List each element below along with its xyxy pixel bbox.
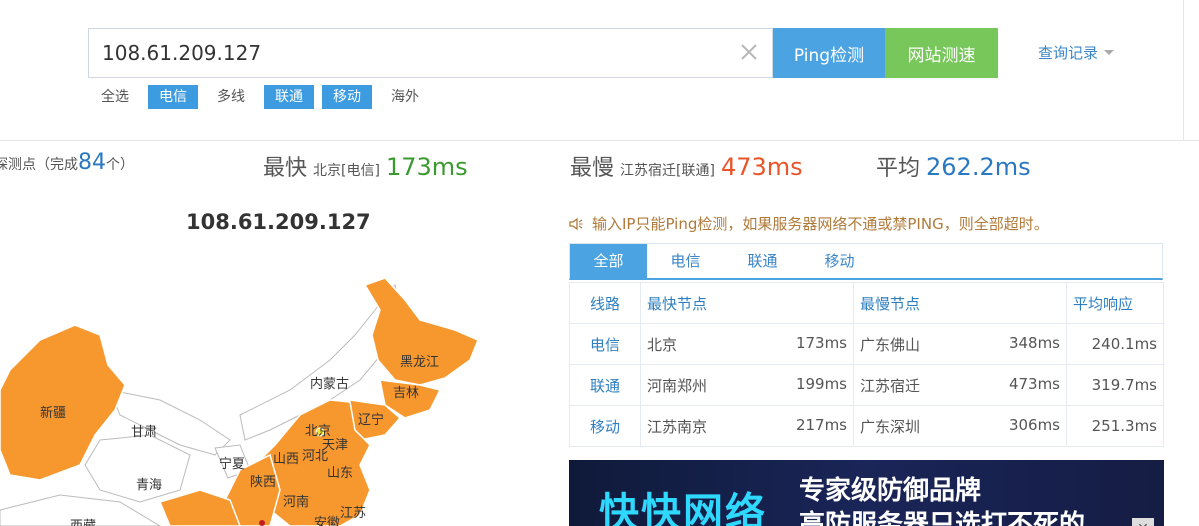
slowest-label: 最慢 [570, 156, 615, 181]
column-header-fastest: 最快节点 [640, 282, 854, 324]
slowest-node-ms: 306ms [1008, 415, 1060, 434]
node-count: 84 [78, 150, 106, 175]
map-label: 宁夏 [219, 456, 245, 471]
history-dropdown[interactable]: 查询记录 [1038, 42, 1115, 63]
column-header-average: 平均响应 [1066, 282, 1164, 324]
search-box [88, 28, 773, 78]
fastest-node-name: 北京 [647, 335, 678, 354]
map-label: 吉林 [393, 385, 419, 400]
filter-3[interactable]: 联通 [264, 85, 314, 109]
banner-headline: 专家级防御品牌 [799, 476, 982, 506]
fastest-value: 173ms [385, 153, 468, 181]
banner-brand: 快快网络 [599, 490, 767, 526]
slowest-marker[interactable] [259, 520, 265, 526]
tab-0[interactable]: 全部 [570, 244, 647, 279]
map-label: 内蒙古 [310, 376, 349, 391]
notice-text: 输入IP只能Ping检测，如果服务器网络不通或禁PING，则全部超时。 [592, 215, 1049, 233]
slowest-node-ms: 348ms [1008, 333, 1060, 352]
row-line[interactable]: 电信 [569, 323, 641, 365]
map-label: 西藏 [70, 518, 96, 526]
average-value: 262.2ms [926, 153, 1031, 181]
column-header-line: 线路 [569, 282, 641, 324]
map-label: 北京 [305, 423, 331, 438]
map-label: 辽宁 [358, 412, 384, 427]
china-ping-map: 黑龙江 吉林 辽宁 内蒙古 新疆 甘肃 青海 宁夏 陕西 山西 北京 天津 河北… [0, 277, 479, 526]
map-label: 陕西 [250, 474, 276, 489]
table-row: 联通 河南郑州 199ms 江苏宿迁 473ms 319.7ms [569, 364, 1164, 406]
slowest-node-name: 广东佛山 [860, 335, 921, 354]
slowest-node: 江苏宿迁[联通] [620, 163, 715, 179]
map-label: 安徽 [314, 515, 340, 526]
map-label: 甘肃 [131, 424, 157, 439]
fastest-node: 北京[电信] [313, 163, 380, 179]
row-average: 240.1ms [1066, 323, 1164, 365]
fastest-node-ms: 217ms [795, 415, 847, 434]
row-slowest: 广东佛山 348ms [853, 323, 1067, 365]
fastest-summary: 最快 北京[电信] 173ms [263, 150, 468, 182]
slowest-node-ms: 473ms [1008, 374, 1060, 393]
table-row: 电信 北京 173ms 广东佛山 348ms 240.1ms [569, 323, 1164, 365]
ad-banner[interactable]: 快快网络 专家级防御品牌 高防服务器只选打不死的 ✕ [569, 460, 1164, 526]
fastest-node-name: 河南郑州 [647, 376, 708, 395]
row-average: 251.3ms [1066, 405, 1164, 447]
divider [0, 140, 1199, 141]
tab-1[interactable]: 电信 [647, 244, 724, 279]
row-slowest: 江苏宿迁 473ms [853, 364, 1067, 406]
filter-1[interactable]: 电信 [148, 85, 198, 109]
map-label: 山西 [273, 451, 299, 466]
fastest-label: 最快 [263, 156, 308, 181]
map-label: 河北 [302, 448, 328, 463]
line-tabs: 全部 电信 联通 移动 [569, 243, 1163, 280]
divider [1183, 0, 1184, 140]
filter-4[interactable]: 移动 [322, 85, 372, 109]
speed-test-button[interactable]: 网站测速 [885, 28, 998, 78]
slowest-node-name: 广东深圳 [860, 417, 921, 436]
row-line[interactable]: 移动 [569, 405, 641, 447]
row-fastest: 江苏南京 217ms [640, 405, 854, 447]
table-header-row: 线路 最快节点 最慢节点 平均响应 [569, 282, 1164, 324]
filter-2[interactable]: 多线 [206, 85, 256, 109]
average-summary: 平均 262.2ms [876, 150, 1031, 182]
map-label: 青海 [136, 477, 162, 492]
fastest-node-ms: 199ms [795, 374, 847, 393]
caret-down-icon [1104, 50, 1115, 55]
speaker-icon [569, 217, 583, 230]
close-icon[interactable] [736, 39, 762, 65]
results-table: 线路 最快节点 最慢节点 平均响应 电信 北京 173ms 广东佛山 348ms 240.… [569, 282, 1164, 447]
row-slowest: 广东深圳 306ms [853, 405, 1067, 447]
row-average: 319.7ms [1066, 364, 1164, 406]
tab-2[interactable]: 联通 [724, 244, 801, 279]
node-count-suffix: 个） [106, 157, 134, 173]
row-line[interactable]: 联通 [569, 364, 641, 406]
filter-5[interactable]: 海外 [380, 85, 430, 109]
search-input[interactable] [89, 29, 729, 77]
column-header-slowest: 最慢节点 [853, 282, 1067, 324]
map-label: 河南 [283, 494, 309, 509]
close-icon[interactable]: ✕ [1132, 518, 1154, 526]
slowest-node-name: 江苏宿迁 [860, 376, 921, 395]
map-label: 山东 [327, 465, 353, 480]
node-count-summary: 探测点（完成 84 个） [0, 150, 140, 175]
history-label: 查询记录 [1038, 44, 1099, 62]
node-count-prefix: 探测点（完成 [0, 157, 78, 173]
map-label: 新疆 [40, 405, 66, 420]
row-fastest: 河南郑州 199ms [640, 364, 854, 406]
map-title: 108.61.209.127 [186, 210, 371, 234]
fastest-node-name: 江苏南京 [647, 417, 708, 436]
table-row: 移动 江苏南京 217ms 广东深圳 306ms 251.3ms [569, 405, 1164, 447]
map-label: 黑龙江 [400, 354, 439, 369]
line-filters: 全选 电信 多线 联通 移动 海外 [90, 85, 438, 109]
ping-button[interactable]: Ping检测 [773, 28, 885, 78]
filter-0[interactable]: 全选 [90, 85, 140, 109]
slowest-value: 473ms [720, 153, 803, 181]
row-fastest: 北京 173ms [640, 323, 854, 365]
banner-subline: 高防服务器只选打不死的 [799, 510, 1086, 526]
map-label: 江苏 [340, 505, 366, 520]
fastest-node-ms: 173ms [795, 333, 847, 352]
tab-3[interactable]: 移动 [801, 244, 878, 279]
notice: 输入IP只能Ping检测，如果服务器网络不通或禁PING，则全部超时。 [568, 213, 1049, 234]
slowest-summary: 最慢 江苏宿迁[联通] 473ms [570, 150, 803, 182]
average-label: 平均 [876, 156, 921, 181]
